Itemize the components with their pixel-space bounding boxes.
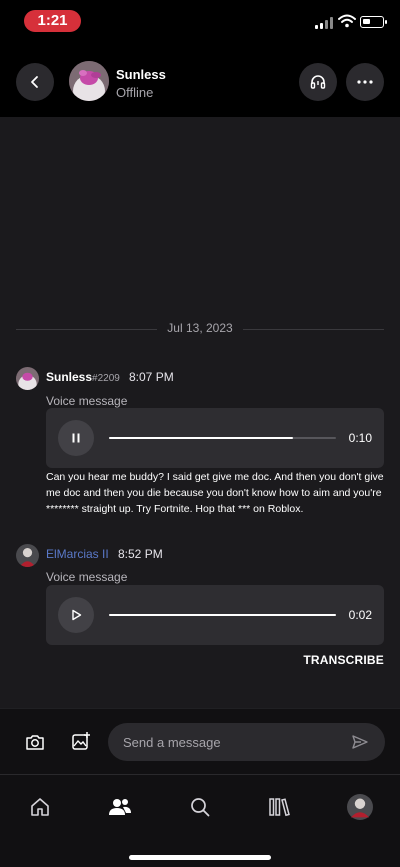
date-divider: Jul 13, 2023 — [16, 320, 384, 338]
date-label: Jul 13, 2023 — [157, 321, 243, 335]
nav-library[interactable] — [267, 794, 293, 820]
chevron-left-icon — [31, 76, 38, 88]
home-indicator — [129, 855, 271, 860]
bottom-navigation — [0, 774, 400, 867]
voice-duration: 0:02 — [348, 608, 372, 622]
camera-button[interactable] — [23, 730, 47, 754]
ellipsis-icon — [357, 80, 373, 84]
message-input[interactable] — [108, 723, 385, 761]
message-avatar[interactable] — [16, 544, 39, 567]
status-time: 1:21 — [24, 10, 81, 32]
cellular-signal-icon — [315, 17, 335, 29]
nav-profile[interactable] — [347, 794, 373, 820]
message-composer — [0, 708, 400, 774]
wifi-icon — [338, 14, 356, 28]
message-text: Can you hear me buddy? I said get give m… — [46, 471, 384, 515]
profile-avatar — [347, 794, 373, 820]
voice-message-label: Voice message — [46, 570, 128, 584]
play-icon — [72, 609, 82, 621]
voice-message-label: Voice message — [46, 394, 128, 408]
voice-progress-track[interactable] — [109, 437, 336, 439]
home-icon — [31, 798, 49, 816]
camera-icon — [26, 735, 44, 750]
send-icon[interactable] — [351, 733, 369, 751]
author-name: Sunless — [46, 370, 93, 384]
library-icon — [269, 798, 290, 817]
message-avatar[interactable] — [16, 367, 39, 390]
voice-progress-track[interactable] — [109, 614, 336, 616]
message-author[interactable]: ElMarcias II — [46, 547, 109, 561]
author-discriminator: #2209 — [92, 373, 120, 384]
more-options-button[interactable] — [346, 63, 384, 101]
nav-friends[interactable] — [107, 794, 133, 820]
back-button[interactable] — [16, 63, 54, 101]
message-author[interactable]: Sunless#2209 — [46, 370, 120, 384]
voice-progress-fill — [109, 437, 293, 439]
voice-message-player: 0:02 — [46, 585, 384, 645]
message-timestamp: 8:52 PM — [118, 547, 163, 561]
nav-search[interactable] — [187, 794, 213, 820]
play-button[interactable] — [58, 597, 94, 633]
voice-progress-fill — [109, 614, 336, 616]
battery-icon — [360, 16, 387, 28]
pause-icon — [72, 433, 80, 443]
chat-header: Sunless Offline — [0, 44, 400, 117]
contact-name[interactable]: Sunless — [116, 67, 166, 82]
contact-avatar[interactable] — [69, 61, 109, 101]
transcribe-button[interactable]: TRANSCRIBE — [300, 653, 384, 667]
pause-button[interactable] — [58, 420, 94, 456]
status-bar: 1:21 — [0, 0, 400, 44]
gallery-button[interactable] — [69, 729, 93, 753]
contact-status: Offline — [116, 85, 154, 100]
voice-duration: 0:10 — [348, 431, 372, 445]
voice-message-player: 0:10 — [46, 408, 384, 468]
nav-home[interactable] — [27, 794, 53, 820]
call-button[interactable] — [299, 63, 337, 101]
friends-icon — [109, 799, 131, 815]
search-icon — [191, 798, 210, 817]
headset-icon — [310, 75, 326, 89]
message-timestamp: 8:07 PM — [129, 370, 174, 384]
chat-area[interactable]: Jul 13, 2023 Sunless#2209 8:07 PM Voice … — [0, 117, 400, 708]
image-icon — [72, 732, 90, 750]
